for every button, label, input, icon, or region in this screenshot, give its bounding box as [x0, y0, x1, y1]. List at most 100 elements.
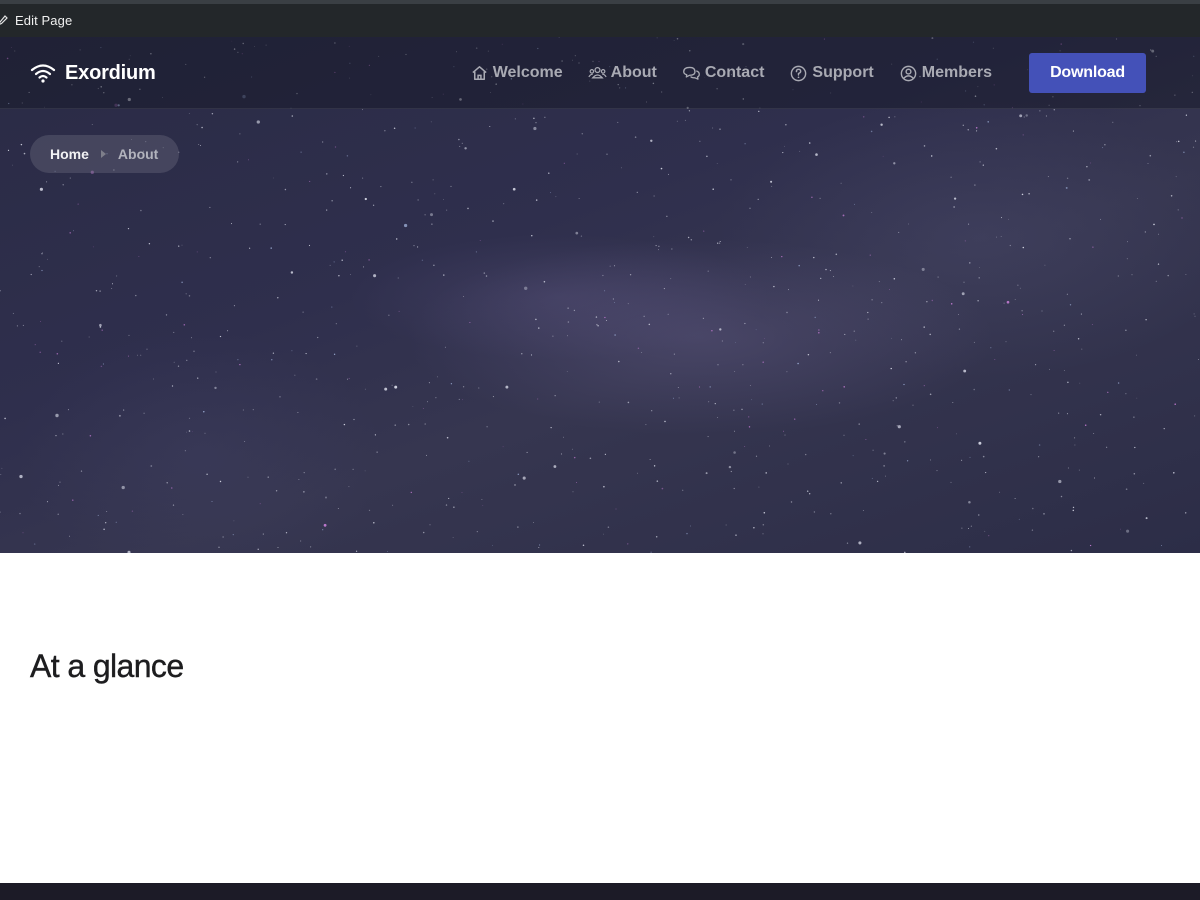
breadcrumb-current: About	[117, 146, 159, 162]
download-button[interactable]: Download	[1029, 53, 1146, 93]
star-dot	[1048, 368, 1051, 370]
star-dot	[1022, 314, 1024, 315]
star-dot	[684, 119, 686, 121]
star-dot	[309, 180, 311, 182]
star-dot	[172, 504, 175, 506]
star-dot	[197, 377, 199, 379]
star-dot	[186, 359, 188, 361]
star-dot	[444, 346, 446, 348]
pencil-icon[interactable]	[0, 14, 8, 28]
star-dot	[461, 492, 463, 494]
star-dot	[1039, 110, 1041, 112]
star-dot	[462, 295, 465, 298]
nav-item-welcome[interactable]: Welcome	[470, 64, 563, 83]
star-dot	[865, 439, 867, 441]
star-dot	[99, 290, 101, 292]
star-dot	[118, 414, 121, 417]
star-dot	[987, 121, 989, 123]
star-dot	[1014, 299, 1016, 301]
star-dot	[201, 126, 203, 129]
star-dot	[116, 275, 118, 277]
star-dot	[690, 239, 693, 241]
star-dot	[237, 161, 239, 163]
star-dot	[1060, 495, 1063, 498]
star-dot	[937, 427, 938, 429]
question-circle-icon	[791, 65, 807, 81]
star-dot	[128, 334, 130, 336]
star-dot	[41, 269, 43, 272]
star-dot	[603, 533, 604, 535]
star-dot	[799, 150, 801, 152]
star-dot	[809, 493, 811, 495]
star-dot	[259, 503, 261, 505]
star-dot	[786, 311, 788, 314]
nav-item-support[interactable]: Support	[789, 64, 874, 83]
star-dot	[475, 251, 477, 253]
star-dot	[862, 116, 865, 118]
star-dot	[1028, 193, 1030, 195]
nav-item-about[interactable]: About	[587, 64, 657, 83]
star-dot	[995, 236, 997, 238]
star-dot	[978, 441, 982, 445]
star-dot	[1194, 415, 1196, 417]
brand-logo[interactable]: Exordium	[30, 37, 156, 109]
star-dot	[807, 353, 810, 356]
section-title: At a glance	[30, 648, 185, 684]
star-dot	[603, 485, 605, 488]
star-dot	[881, 301, 883, 304]
star-dot	[1009, 244, 1011, 247]
star-dot	[503, 203, 505, 205]
star-dot	[310, 546, 312, 548]
star-dot	[372, 204, 375, 206]
star-dot	[671, 248, 673, 250]
star-dot	[544, 116, 546, 118]
breadcrumb-home-link[interactable]: Home	[50, 146, 89, 162]
star-dot	[300, 540, 302, 542]
star-dot	[573, 456, 576, 459]
star-dot	[322, 529, 324, 531]
star-dot	[912, 404, 914, 406]
edit-page-link[interactable]: Edit Page	[15, 13, 72, 28]
nav-item-contact[interactable]: Contact	[682, 64, 764, 83]
star-dot	[368, 259, 370, 261]
star-dot	[1185, 274, 1187, 276]
star-dot	[969, 546, 971, 548]
star-dot	[106, 510, 108, 512]
star-dot	[338, 274, 340, 277]
star-dot	[788, 289, 789, 291]
star-dot	[846, 542, 849, 544]
star-dot	[748, 426, 751, 428]
star-dot	[1047, 176, 1049, 178]
star-dot	[391, 384, 393, 386]
star-dot	[410, 491, 412, 494]
star-dot	[1112, 121, 1114, 123]
star-dot	[717, 364, 719, 366]
admin-bar: Edit Page	[0, 0, 1200, 37]
star-dot	[4, 417, 6, 420]
star-dot	[1117, 275, 1119, 277]
star-dot	[535, 199, 538, 201]
star-dot	[923, 326, 925, 328]
star-dot	[56, 353, 59, 355]
star-dot	[663, 288, 665, 290]
star-dot	[1032, 507, 1034, 510]
star-dot	[880, 123, 883, 126]
star-dot	[231, 223, 232, 225]
star-dot	[384, 387, 388, 391]
star-dot	[762, 361, 764, 363]
star-dot	[1125, 329, 1127, 331]
star-dot	[121, 485, 125, 490]
star-dot	[707, 401, 710, 403]
star-dot	[655, 245, 657, 247]
star-dot	[127, 227, 130, 230]
star-dot	[16, 325, 18, 327]
star-dot	[294, 374, 296, 376]
star-dot	[734, 342, 736, 344]
star-dot	[975, 127, 978, 129]
star-dot	[637, 347, 640, 349]
star-dot	[636, 472, 638, 474]
star-dot	[183, 324, 186, 326]
nav-item-members[interactable]: Members	[899, 64, 992, 83]
star-dot	[670, 278, 672, 280]
star-dot	[781, 255, 783, 258]
